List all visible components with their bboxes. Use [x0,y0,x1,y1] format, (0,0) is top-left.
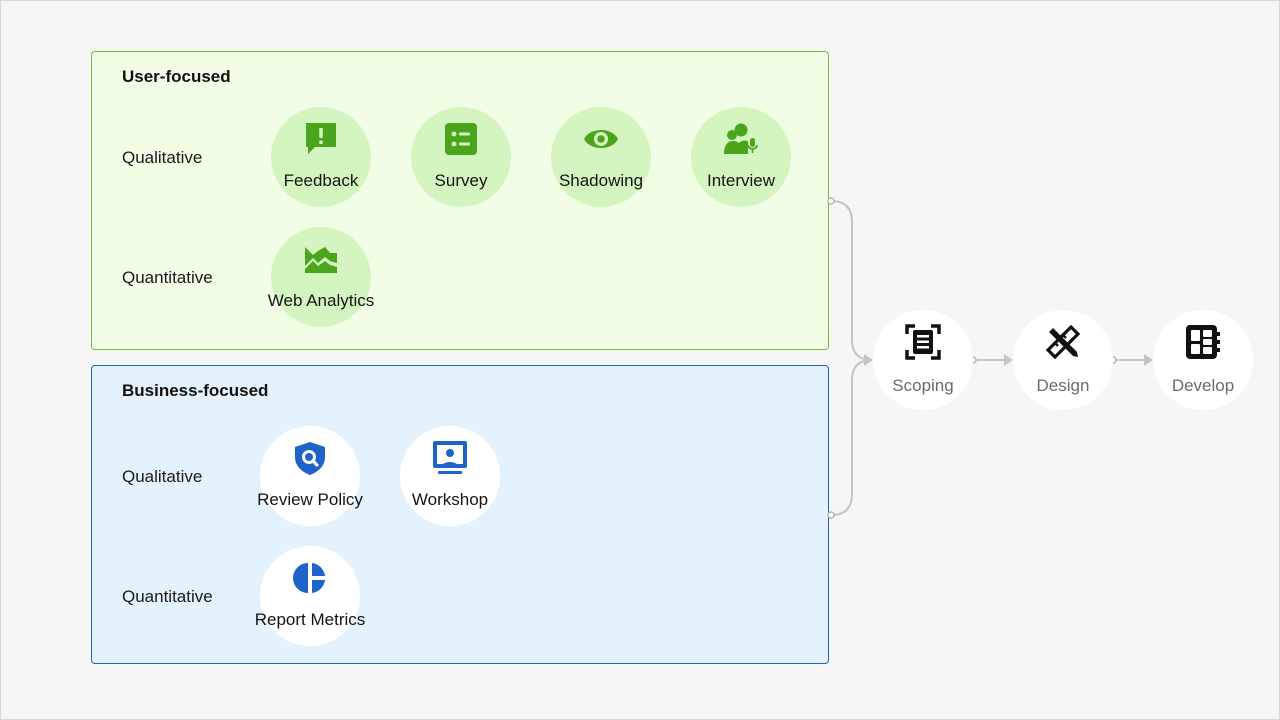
connector-user-to-scoping [830,200,873,361]
design-tools-icon [1045,324,1081,360]
arrowhead [1004,354,1013,366]
arrowhead [864,354,873,366]
connector-port [827,197,835,205]
scoping-icon [905,324,941,360]
stage-scoping[interactable]: Scoping [873,310,973,410]
stage-design[interactable]: Design [1013,310,1113,410]
arrowhead [1144,354,1153,366]
develop-icon [1186,325,1220,359]
stage-label: Develop [1171,376,1235,395]
connector-port [827,511,835,519]
stage-develop[interactable]: Develop [1153,310,1253,410]
